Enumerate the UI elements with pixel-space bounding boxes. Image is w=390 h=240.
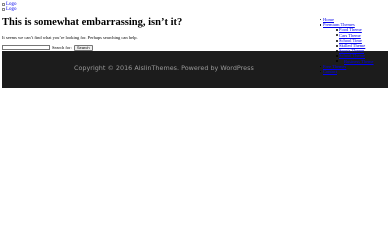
search-form: Search for: Search [2,44,93,51]
page-title: This is somewhat embarrassing, isn’t it? [2,17,183,28]
search-label: Search for: [52,45,72,50]
not-found-message: It seems we can’t find what you’re looki… [2,35,138,40]
footer-copyright: Copyright © 2016 AislinThemes. Powered b… [74,64,254,72]
site-logo-secondary[interactable]: Logo [2,7,17,12]
logo-alt-text: Logo [6,7,17,12]
broken-image-icon [2,8,5,11]
search-button[interactable]: Search [73,44,93,51]
search-input[interactable] [2,45,50,50]
nav-item-contact[interactable]: Contact [319,69,374,74]
nav-link-contact[interactable]: Contact [323,69,337,74]
premium-themes-submenu: Food Theme Cars Theme School Time Skille… [323,27,374,64]
broken-image-icon [2,3,5,6]
nav-item-premium-themes[interactable]: Premium Themes Food Theme Cars Theme Sch… [319,22,374,64]
main-nav: Home Premium Themes Food Theme Cars Them… [319,17,374,74]
